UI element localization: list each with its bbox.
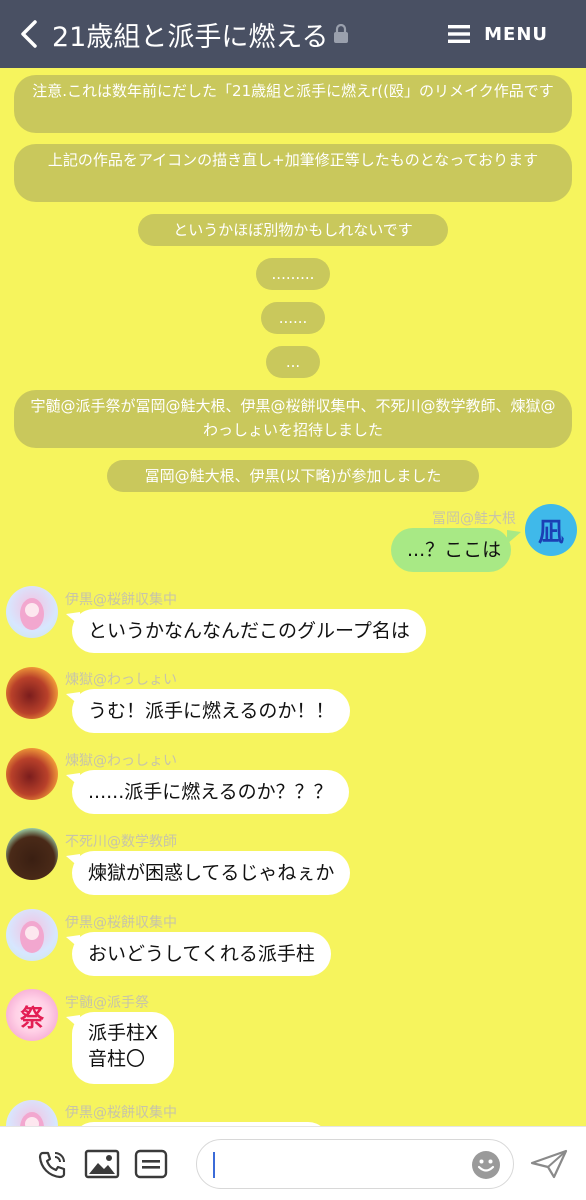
avatar[interactable]: 祭 [6, 989, 58, 1041]
message-bubble[interactable]: おいどうしてくれる派手柱 [72, 932, 331, 976]
message-bubble[interactable]: というかなんなんだこのグループ名は [72, 609, 426, 653]
system-message: ...... [261, 302, 325, 334]
sender-name: 煉獄@わっしょい [65, 753, 177, 769]
chat-header: 21歳組と派手に燃える MENU [0, 0, 586, 68]
message-bubble[interactable]: うむ！派手に燃えるのか！！ [72, 689, 351, 733]
lock-icon [333, 23, 349, 48]
phone-icon[interactable] [36, 1149, 68, 1185]
avatar[interactable] [6, 1100, 58, 1126]
system-message: ......... [256, 258, 330, 290]
avatar[interactable] [6, 586, 58, 638]
sender-name: 宇髄@派手祭 [65, 995, 149, 1011]
keyboard-icon[interactable] [134, 1149, 168, 1183]
message-bubble[interactable]: 煉獄が困惑してるじゃねぇか [72, 851, 351, 895]
avatar[interactable]: 凪 [525, 504, 577, 556]
sender-name: 伊黒@桜餅収集中 [65, 592, 177, 608]
message-input[interactable] [196, 1139, 514, 1189]
system-message: 宇髄@派手祭が冨岡@鮭大根、伊黒@桜餅収集中、不死川@数学教師、煉獄@わっしょい… [14, 390, 572, 448]
menu-label: MENU [484, 23, 548, 45]
input-bar [0, 1126, 586, 1200]
avatar[interactable] [6, 748, 58, 800]
emoji-icon[interactable] [471, 1150, 501, 1184]
message-bubble[interactable]: ......派手に燃えるのか？？？ [72, 770, 349, 814]
menu-icon [448, 25, 471, 43]
chat-area[interactable]: 注意.これは数年前にだした「21歳組と派手に燃えr((殴」のリメイク作品です 上… [0, 68, 586, 1126]
chat-title: 21歳組と派手に燃える [52, 21, 329, 53]
my-message-bubble[interactable]: ...？ここは [391, 528, 511, 572]
system-message: 冨岡@鮭大根、伊黒(以下略)が参加しました [107, 460, 479, 492]
system-message: ... [266, 346, 320, 378]
bubble-tail [507, 530, 521, 544]
avatar[interactable] [6, 909, 58, 961]
text-cursor [213, 1152, 215, 1178]
sender-name: 不死川@数学教師 [65, 834, 177, 850]
system-message: 上記の作品をアイコンの描き直し+加筆修正等したものとなっております [14, 144, 572, 202]
back-icon [21, 20, 37, 48]
message-bubble[interactable]: 派手柱X 音柱〇 [72, 1012, 175, 1084]
system-message: 注意.これは数年前にだした「21歳組と派手に燃えr((殴」のリメイク作品です [14, 75, 572, 133]
menu-button[interactable]: MENU [448, 0, 548, 68]
avatar[interactable] [6, 667, 58, 719]
sender-name: 煉獄@わっしょい [65, 672, 177, 688]
avatar[interactable] [6, 828, 58, 880]
back-button[interactable] [0, 0, 44, 68]
sender-name: 伊黒@桜餅収集中 [65, 1105, 177, 1121]
send-icon[interactable] [530, 1149, 568, 1183]
system-message: というかほぼ別物かもしれないです [138, 214, 448, 246]
sender-name: 冨岡@鮭大根 [432, 511, 516, 527]
sender-name: 伊黒@桜餅収集中 [65, 915, 177, 931]
image-icon[interactable] [84, 1149, 120, 1183]
